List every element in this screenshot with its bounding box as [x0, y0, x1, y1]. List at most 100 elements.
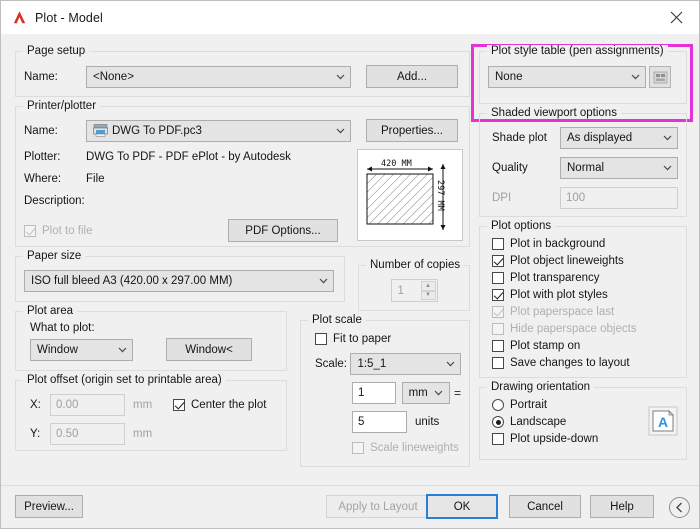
close-icon[interactable]: [654, 1, 699, 34]
copies-group: Number of copies 1 ▲ ▼: [358, 259, 470, 311]
cancel-button[interactable]: Cancel: [509, 495, 581, 518]
plot-to-file-checkbox[interactable]: Plot to file: [24, 224, 174, 237]
equals-sign: =: [453, 386, 461, 400]
chevron-down-icon: [657, 128, 677, 148]
printer-properties-button[interactable]: Properties...: [366, 119, 458, 142]
checkbox-box: [492, 289, 504, 301]
shaded-viewport-label: Shaded viewport options: [487, 107, 621, 119]
chevron-down-icon: [429, 383, 449, 403]
scale-numerator-input[interactable]: 1: [352, 382, 396, 404]
quality-label: Quality: [492, 162, 528, 174]
scale-combo[interactable]: 1:5_1: [350, 353, 461, 375]
copies-spinner[interactable]: 1 ▲ ▼: [390, 279, 438, 302]
fit-to-paper-checkbox[interactable]: Fit to paper: [315, 333, 461, 345]
printer-name-value: DWG To PDF.pc3: [112, 124, 202, 137]
plot-stamp-on-checkbox[interactable]: Plot stamp on: [492, 340, 678, 352]
drawing-orientation-group: Drawing orientation Portrait Landscape P…: [479, 381, 687, 460]
plot-style-table-combo[interactable]: None: [488, 66, 646, 88]
printer-plotter-group: Printer/plotter Name: DWG To PDF.pc3 Pro…: [15, 100, 470, 247]
ok-button[interactable]: OK: [426, 494, 498, 519]
plot-scale-group: Plot scale Fit to paper Scale: 1:5_1 1 m…: [300, 314, 470, 467]
checkbox-box: [492, 433, 504, 445]
spinner-arrows[interactable]: ▲ ▼: [420, 281, 436, 300]
plot-in-background-checkbox[interactable]: Plot in background: [492, 238, 678, 250]
center-the-plot-checkbox[interactable]: Center the plot: [173, 399, 266, 411]
chevron-down-icon: [330, 121, 350, 141]
paper-size-label: Paper size: [23, 250, 86, 262]
printer-name-combo[interactable]: DWG To PDF.pc3: [86, 119, 351, 142]
drawing-orientation-label: Drawing orientation: [487, 381, 595, 393]
left-column: Page setup Name: <None> Add... Printer/p…: [15, 42, 470, 467]
plot-upside-down-label: Plot upside-down: [510, 433, 599, 445]
help-button[interactable]: Help: [590, 495, 654, 518]
window-pick-button[interactable]: Window<: [166, 338, 252, 361]
paper-size-combo[interactable]: ISO full bleed A3 (420.00 x 297.00 MM): [24, 270, 334, 292]
dialog-footer: Preview... Apply to Layout OK Cancel Hel…: [1, 485, 699, 528]
plot-transparency-checkbox[interactable]: Plot transparency: [492, 272, 678, 284]
shaded-viewport-group: Shaded viewport options Shade plot As di…: [479, 107, 687, 217]
offset-y-input[interactable]: 0.50: [50, 423, 125, 445]
offset-x-label: X:: [30, 399, 41, 411]
save-changes-to-layout-checkbox[interactable]: Save changes to layout: [492, 357, 678, 369]
plot-with-plot-styles-label: Plot with plot styles: [510, 289, 608, 301]
dpi-input[interactable]: 100: [560, 187, 678, 209]
radio-box: [492, 416, 504, 428]
dialog-body: Page setup Name: <None> Add... Printer/p…: [1, 34, 699, 485]
plot-offset-label: Plot offset (origin set to printable are…: [23, 374, 226, 386]
title-bar: Plot - Model: [1, 1, 699, 34]
plot-with-plot-styles-checkbox[interactable]: Plot with plot styles: [492, 289, 678, 301]
apply-to-layout-button[interactable]: Apply to Layout: [326, 495, 430, 518]
scale-unit-combo[interactable]: mm: [401, 382, 450, 404]
checkbox-box: [173, 399, 185, 411]
scale-value: 1:5_1: [357, 358, 387, 370]
shade-plot-combo[interactable]: As displayed: [560, 127, 678, 149]
checkbox-box: [492, 340, 504, 352]
scale-denominator-input[interactable]: 5: [352, 411, 407, 433]
page-setup-name-label: Name:: [24, 70, 58, 83]
checkbox-box: [24, 224, 36, 237]
portrait-label: Portrait: [510, 399, 548, 411]
offset-x-unit: mm: [133, 399, 153, 411]
save-changes-to-layout-label: Save changes to layout: [510, 357, 630, 369]
svg-text:420 MM: 420 MM: [381, 159, 412, 169]
quality-combo[interactable]: Normal: [560, 157, 678, 179]
where-label: Where:: [24, 173, 62, 185]
plot-in-background-label: Plot in background: [510, 238, 606, 250]
add-page-setup-button[interactable]: Add...: [366, 65, 458, 88]
printer-name-label: Name:: [24, 124, 58, 137]
scale-lineweights-label: Scale lineweights: [370, 442, 459, 454]
offset-x-input[interactable]: 0.00: [50, 394, 125, 416]
what-to-plot-combo[interactable]: Window: [30, 338, 133, 361]
svg-text:A: A: [658, 414, 668, 430]
spinner-down-icon[interactable]: ▼: [420, 290, 436, 300]
expand-dialog-button[interactable]: [669, 497, 690, 518]
paper-size-value: ISO full bleed A3 (420.00 x 297.00 MM): [31, 275, 233, 287]
plot-paperspace-last-checkbox[interactable]: Plot paperspace last: [492, 306, 678, 318]
hide-paperspace-objects-checkbox[interactable]: Hide paperspace objects: [492, 323, 678, 335]
plot-object-lineweights-checkbox[interactable]: Plot object lineweights: [492, 255, 678, 267]
plot-to-file-label: Plot to file: [42, 224, 93, 237]
spinner-up-icon[interactable]: ▲: [420, 281, 436, 291]
center-the-plot-label: Center the plot: [191, 399, 267, 411]
pdf-options-button[interactable]: PDF Options...: [228, 219, 338, 242]
svg-text:297 MM: 297 MM: [435, 180, 445, 211]
chevron-down-icon: [313, 271, 333, 291]
plot-scale-label: Plot scale: [308, 314, 366, 326]
paper-preview: 420 MM 297 MM: [357, 149, 463, 241]
page-setup-name-combo[interactable]: <None>: [86, 65, 351, 88]
hide-paperspace-objects-label: Hide paperspace objects: [510, 323, 637, 335]
paper-size-group: Paper size ISO full bleed A3 (420.00 x 2…: [15, 250, 345, 302]
preview-button[interactable]: Preview...: [15, 495, 83, 518]
plot-options-label: Plot options: [487, 220, 556, 232]
plot-stamp-on-label: Plot stamp on: [510, 340, 581, 352]
chevron-down-icon: [112, 340, 132, 360]
plotter-value: DWG To PDF - PDF ePlot - by Autodesk: [86, 151, 291, 163]
printer-icon: [93, 124, 108, 137]
checkbox-box: [492, 238, 504, 250]
scale-lineweights-checkbox[interactable]: Scale lineweights: [352, 442, 461, 454]
checkbox-box: [492, 306, 504, 318]
plot-style-table-editor-icon[interactable]: [649, 66, 671, 88]
checkbox-box: [492, 255, 504, 267]
page-setup-label: Page setup: [23, 45, 90, 57]
chevron-down-icon: [657, 158, 677, 178]
